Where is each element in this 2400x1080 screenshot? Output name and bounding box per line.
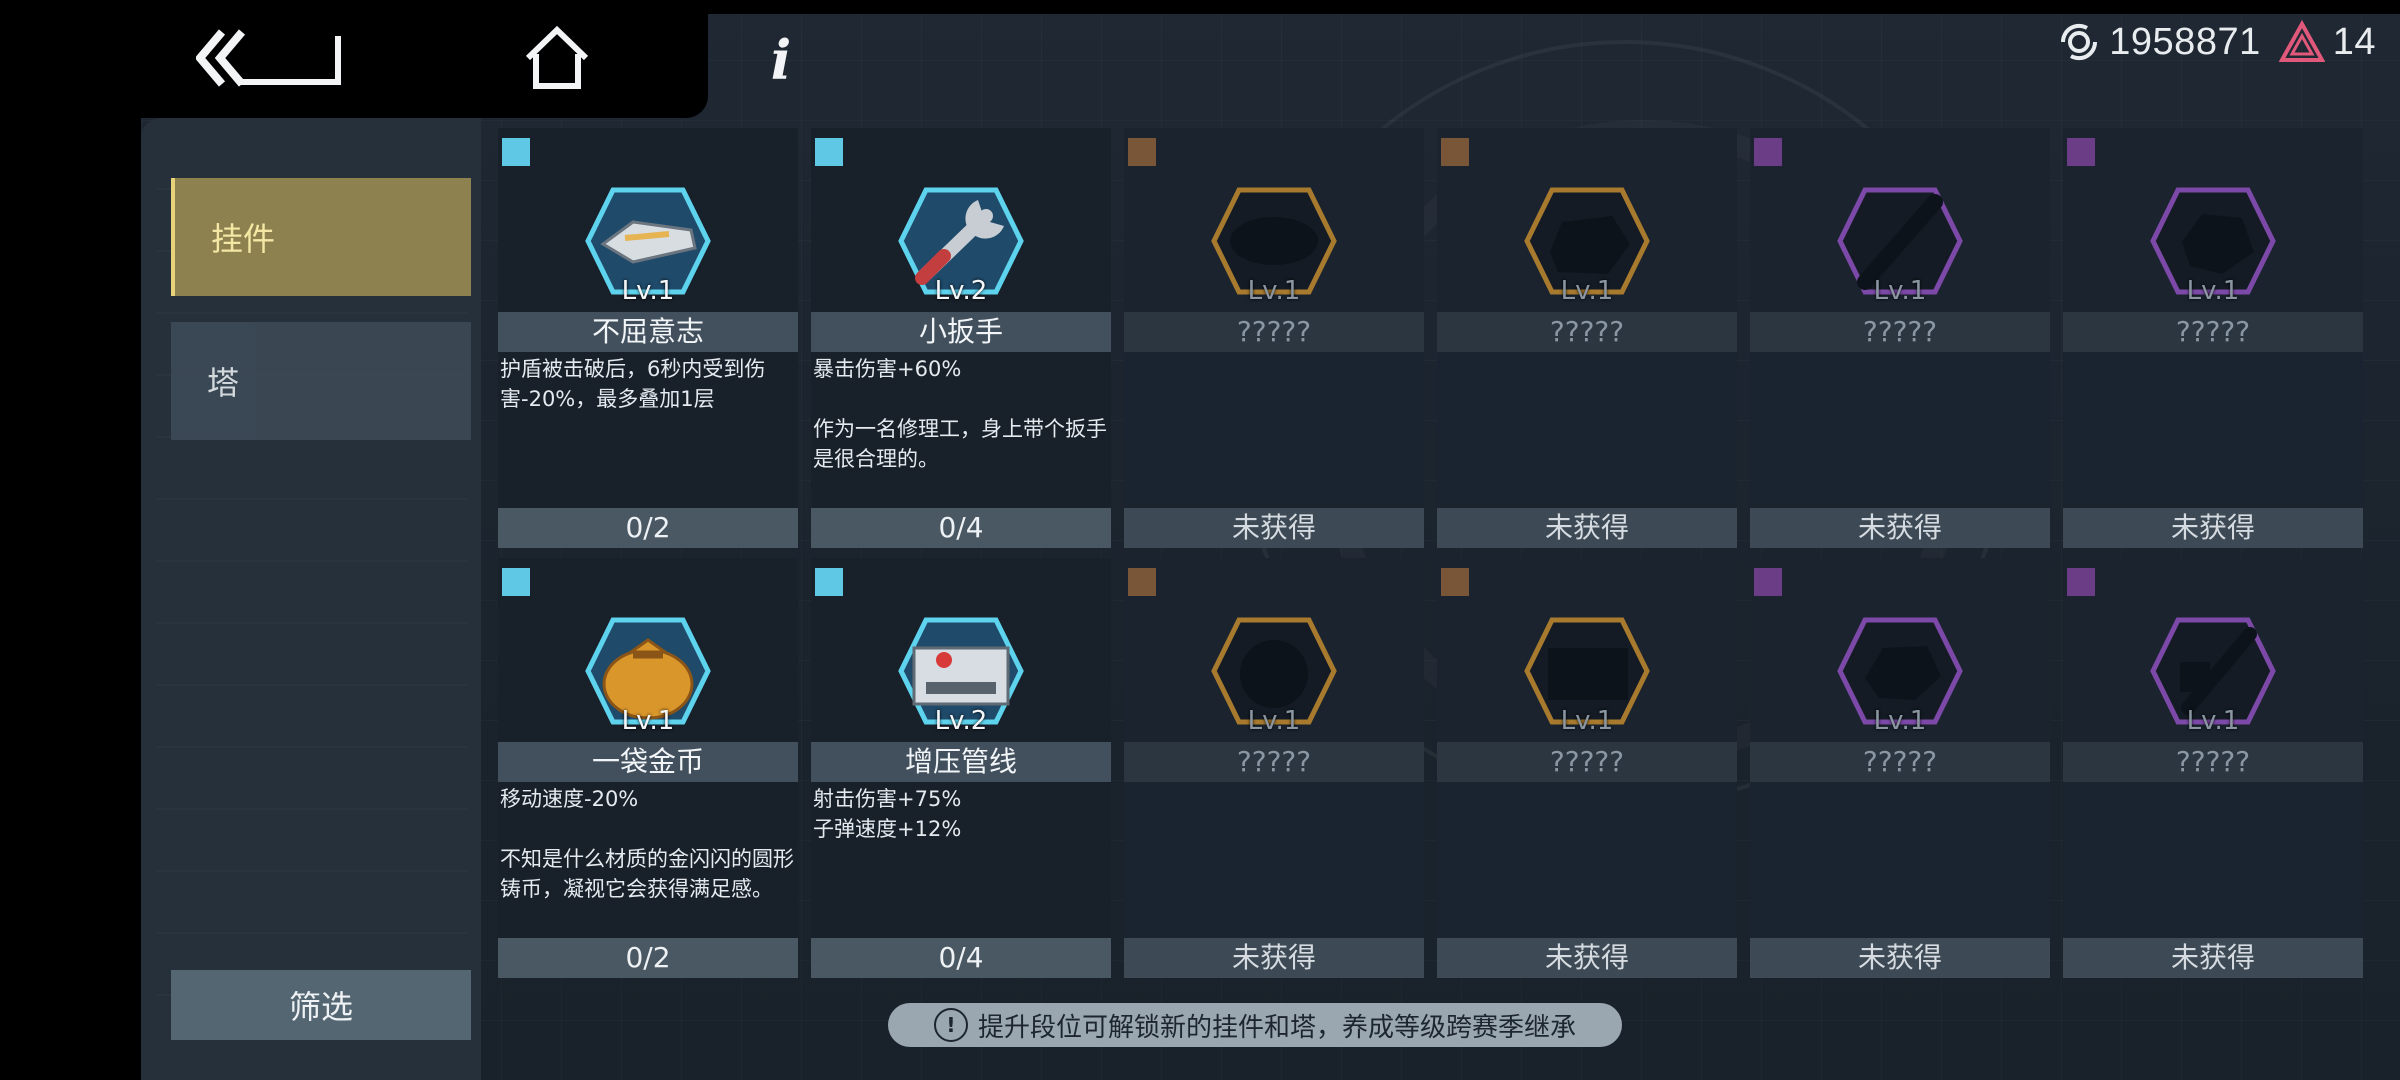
item-card-locked[interactable]: Lv.1 ????? 未获得	[1124, 558, 1424, 978]
item-level: Lv.1	[2186, 276, 2240, 306]
item-name: ?????	[2063, 312, 2363, 352]
item-description-area	[1750, 354, 2050, 504]
item-card[interactable]: Lv.2 小扳手 暴击伤害+60% 作为一名修理工，身上带个扳手是很合理的。 0…	[811, 128, 1111, 548]
rarity-marker	[1441, 138, 1469, 166]
rarity-marker	[1441, 568, 1469, 596]
item-count: 0/2	[498, 938, 798, 978]
rarity-marker	[1128, 568, 1156, 596]
item-card-locked[interactable]: Lv.1 ????? 未获得	[2063, 558, 2363, 978]
item-name: ?????	[1437, 742, 1737, 782]
rarity-marker	[815, 138, 843, 166]
rarity-marker	[1754, 568, 1782, 596]
item-description-area	[1124, 784, 1424, 934]
item-level: Lv.1	[1560, 276, 1614, 306]
item-count: 未获得	[1124, 938, 1424, 978]
item-count: 未获得	[1437, 938, 1737, 978]
rarity-marker	[2067, 568, 2095, 596]
item-card[interactable]: Lv.2 增压管线 射击伤害+75% 子弹速度+12% 0/4	[811, 558, 1111, 978]
rarity-marker	[502, 138, 530, 166]
info-icon: i	[770, 28, 792, 92]
item-description-area	[1124, 354, 1424, 504]
item-name: ?????	[1124, 312, 1424, 352]
back-button[interactable]	[196, 26, 346, 90]
tab-tower-label: 塔	[207, 364, 240, 402]
item-count: 未获得	[1750, 508, 2050, 548]
item-name: 一袋金币	[498, 742, 798, 782]
item-level: Lv.1	[1247, 276, 1301, 306]
crystal-value: 14	[2332, 20, 2376, 63]
rarity-marker	[815, 568, 843, 596]
item-description-area	[1437, 354, 1737, 504]
home-icon	[525, 25, 589, 89]
item-card[interactable]: Lv.1 不屈意志 护盾被击破后，6秒内受到伤害-20%，最多叠加1层 0/2	[498, 128, 798, 548]
item-name: 不屈意志	[498, 312, 798, 352]
tab-tower[interactable]: 塔	[171, 322, 471, 440]
nav-panel	[0, 0, 708, 118]
credits-value: 1958871	[2109, 20, 2261, 63]
item-grid: Lv.1 不屈意志 护盾被击破后，6秒内受到伤害-20%，最多叠加1层 0/2 …	[498, 128, 2400, 978]
crystal-icon	[2278, 20, 2325, 62]
item-name: 增压管线	[811, 742, 1111, 782]
credits-icon	[2061, 23, 2098, 61]
item-level: Lv.1	[1247, 706, 1301, 736]
item-name: ?????	[2063, 742, 2363, 782]
item-description-area	[2063, 354, 2363, 504]
back-arrow-icon	[196, 29, 341, 87]
filter-button[interactable]: 筛选	[171, 970, 471, 1040]
rarity-marker	[1128, 138, 1156, 166]
item-description-area	[1750, 784, 2050, 934]
rarity-marker	[502, 568, 530, 596]
currency-display: 1958871 14	[2057, 14, 2376, 70]
left-black-margin	[0, 0, 141, 1080]
item-level: Lv.2	[934, 276, 988, 306]
item-card-locked[interactable]: Lv.1 ????? 未获得	[2063, 128, 2363, 548]
rarity-marker	[2067, 138, 2095, 166]
item-card-locked[interactable]: Lv.1 ????? 未获得	[1437, 558, 1737, 978]
item-name: ?????	[1750, 742, 2050, 782]
item-card-locked[interactable]: Lv.1 ????? 未获得	[1750, 558, 2050, 978]
item-name: ?????	[1437, 312, 1737, 352]
item-count: 未获得	[1124, 508, 1424, 548]
item-level: Lv.2	[934, 706, 988, 736]
category-sidebar: 挂件 塔 筛选	[141, 118, 481, 1080]
item-level: Lv.1	[1873, 706, 1927, 736]
item-card-locked[interactable]: Lv.1 ????? 未获得	[1437, 128, 1737, 548]
unlock-hint-text: 提升段位可解锁新的挂件和塔，养成等级跨赛季继承	[977, 1012, 1576, 1043]
item-name: 小扳手	[811, 312, 1111, 352]
item-description-area	[1437, 784, 1737, 934]
item-level: Lv.1	[1873, 276, 1927, 306]
exclamation-icon: !	[933, 1008, 968, 1042]
item-level: Lv.1	[1560, 706, 1614, 736]
item-name: ?????	[1750, 312, 2050, 352]
tab-pendant-label: 挂件	[211, 220, 276, 258]
item-count: 未获得	[2063, 508, 2363, 548]
filter-button-label: 筛选	[288, 988, 353, 1026]
item-count: 未获得	[2063, 938, 2363, 978]
unlock-hint-banner: ! 提升段位可解锁新的挂件和塔，养成等级跨赛季继承	[888, 1003, 1622, 1047]
item-card[interactable]: Lv.1 一袋金币 移动速度-20% 不知是什么材质的金闪闪的圆形铸币，凝视它会…	[498, 558, 798, 978]
item-count: 未获得	[1437, 508, 1737, 548]
item-count: 0/4	[811, 938, 1111, 978]
item-card-locked[interactable]: Lv.1 ????? 未获得	[1750, 128, 2050, 548]
item-count: 未获得	[1750, 938, 2050, 978]
item-name: ?????	[1124, 742, 1424, 782]
tab-pendant[interactable]: 挂件	[171, 178, 471, 296]
info-button[interactable]: i	[756, 28, 806, 92]
screen: i 1958871 14 挂件 塔 筛选 Lv.1 不屈意志 护盾被击破后，6秒…	[0, 0, 2400, 1080]
item-level: Lv.1	[2186, 706, 2240, 736]
item-count: 0/4	[811, 508, 1111, 548]
home-button[interactable]	[522, 24, 592, 94]
item-count: 0/2	[498, 508, 798, 548]
item-level: Lv.1	[621, 276, 675, 306]
item-card-locked[interactable]: Lv.1 ????? 未获得	[1124, 128, 1424, 548]
item-description-area	[2063, 784, 2363, 934]
item-level: Lv.1	[621, 706, 675, 736]
rarity-marker	[1754, 138, 1782, 166]
